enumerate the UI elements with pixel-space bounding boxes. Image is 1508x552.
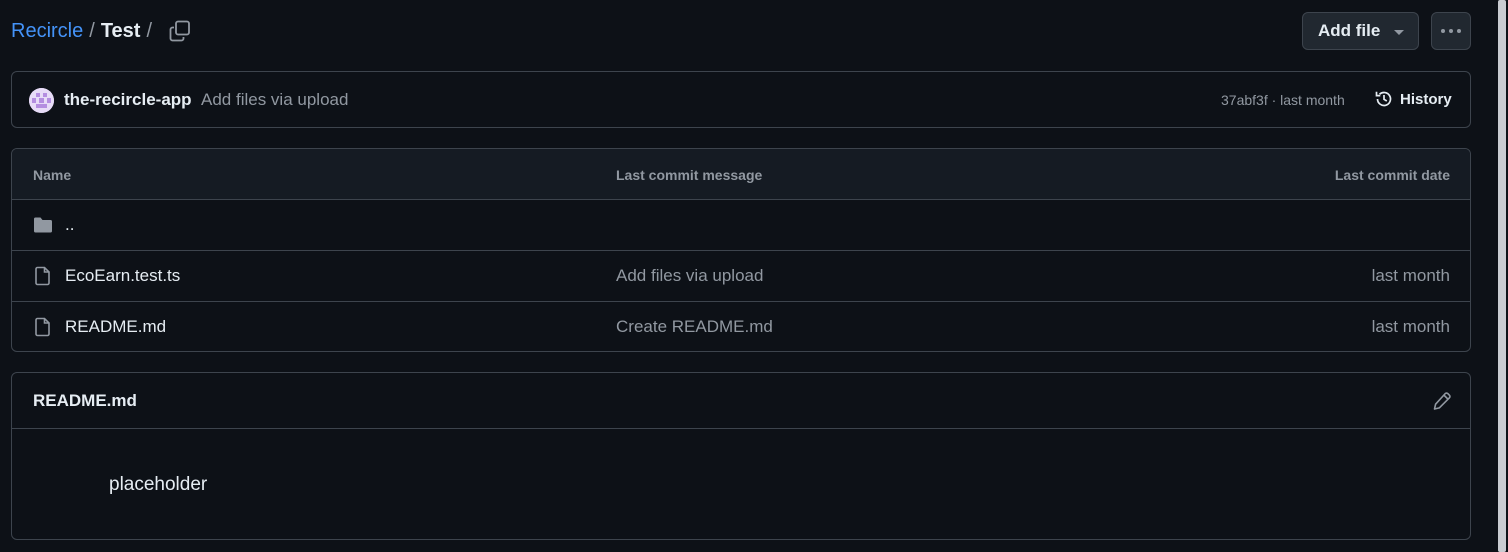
file-table: Name Last commit message Last commit dat… [11,148,1471,352]
breadcrumb: Recircle / Test / [11,20,158,43]
column-header-name: Name [33,167,72,183]
scrollbar-thumb[interactable] [1498,0,1506,552]
history-button[interactable]: History [1374,89,1452,109]
table-row[interactable]: EcoEarn.test.ts Add files via upload las… [12,251,1470,302]
breadcrumb-separator: / [89,20,95,42]
table-header: Name Last commit message Last commit dat… [12,149,1470,200]
edit-readme-button[interactable] [1432,391,1452,411]
commit-sha-and-time[interactable]: 37abf3f · last month [1221,92,1345,108]
breadcrumb-current-folder: Test [100,20,141,42]
table-row[interactable]: README.md Create README.md last month [12,302,1470,351]
page-scrollbar[interactable] [1494,0,1508,552]
repo-folder-page: Recircle / Test / Add file the-recircle-… [0,0,1508,552]
readme-content: placeholder [109,474,208,495]
table-row-parent[interactable]: .. [12,200,1470,251]
copy-path-button[interactable] [169,20,191,42]
commit-date: last month [1371,266,1450,285]
readme-header: README.md [12,373,1470,429]
chevron-down-icon [1394,30,1404,35]
breadcrumb-trailing-separator: / [146,20,153,42]
history-icon [1375,91,1392,107]
commit-date: last month [1371,317,1450,336]
column-header-message: Last commit message [616,167,763,183]
identicon-icon [29,88,54,113]
commit-author-link[interactable]: the-recircle-app [64,90,192,110]
file-name-link[interactable]: EcoEarn.test.ts [65,266,180,286]
copy-icon [169,20,190,42]
file-icon [35,266,50,286]
breadcrumb-repo-link[interactable]: Recircle [11,20,83,43]
add-file-button[interactable]: Add file [1302,12,1419,50]
history-label: History [1400,90,1452,108]
pencil-icon [1433,392,1451,410]
commit-message-link[interactable]: Add files via upload [201,90,348,110]
add-file-label: Add file [1318,21,1381,40]
readme-panel: README.md placeholder [11,372,1471,540]
page-header: Recircle / Test / Add file [11,12,1471,52]
latest-commit-bar: the-recircle-app Add files via upload 37… [11,71,1471,128]
file-icon [35,317,50,337]
file-name-link[interactable]: README.md [65,317,166,337]
commit-message-link[interactable]: Add files via upload [616,266,763,286]
avatar[interactable] [29,88,54,113]
readme-title-link[interactable]: README.md [33,391,137,411]
commit-message-link[interactable]: Create README.md [616,317,773,337]
kebab-horizontal-icon [1441,29,1461,33]
more-options-button[interactable] [1431,12,1471,50]
file-name-link[interactable]: .. [65,215,74,235]
folder-icon [34,217,52,233]
column-header-date: Last commit date [1334,167,1450,183]
